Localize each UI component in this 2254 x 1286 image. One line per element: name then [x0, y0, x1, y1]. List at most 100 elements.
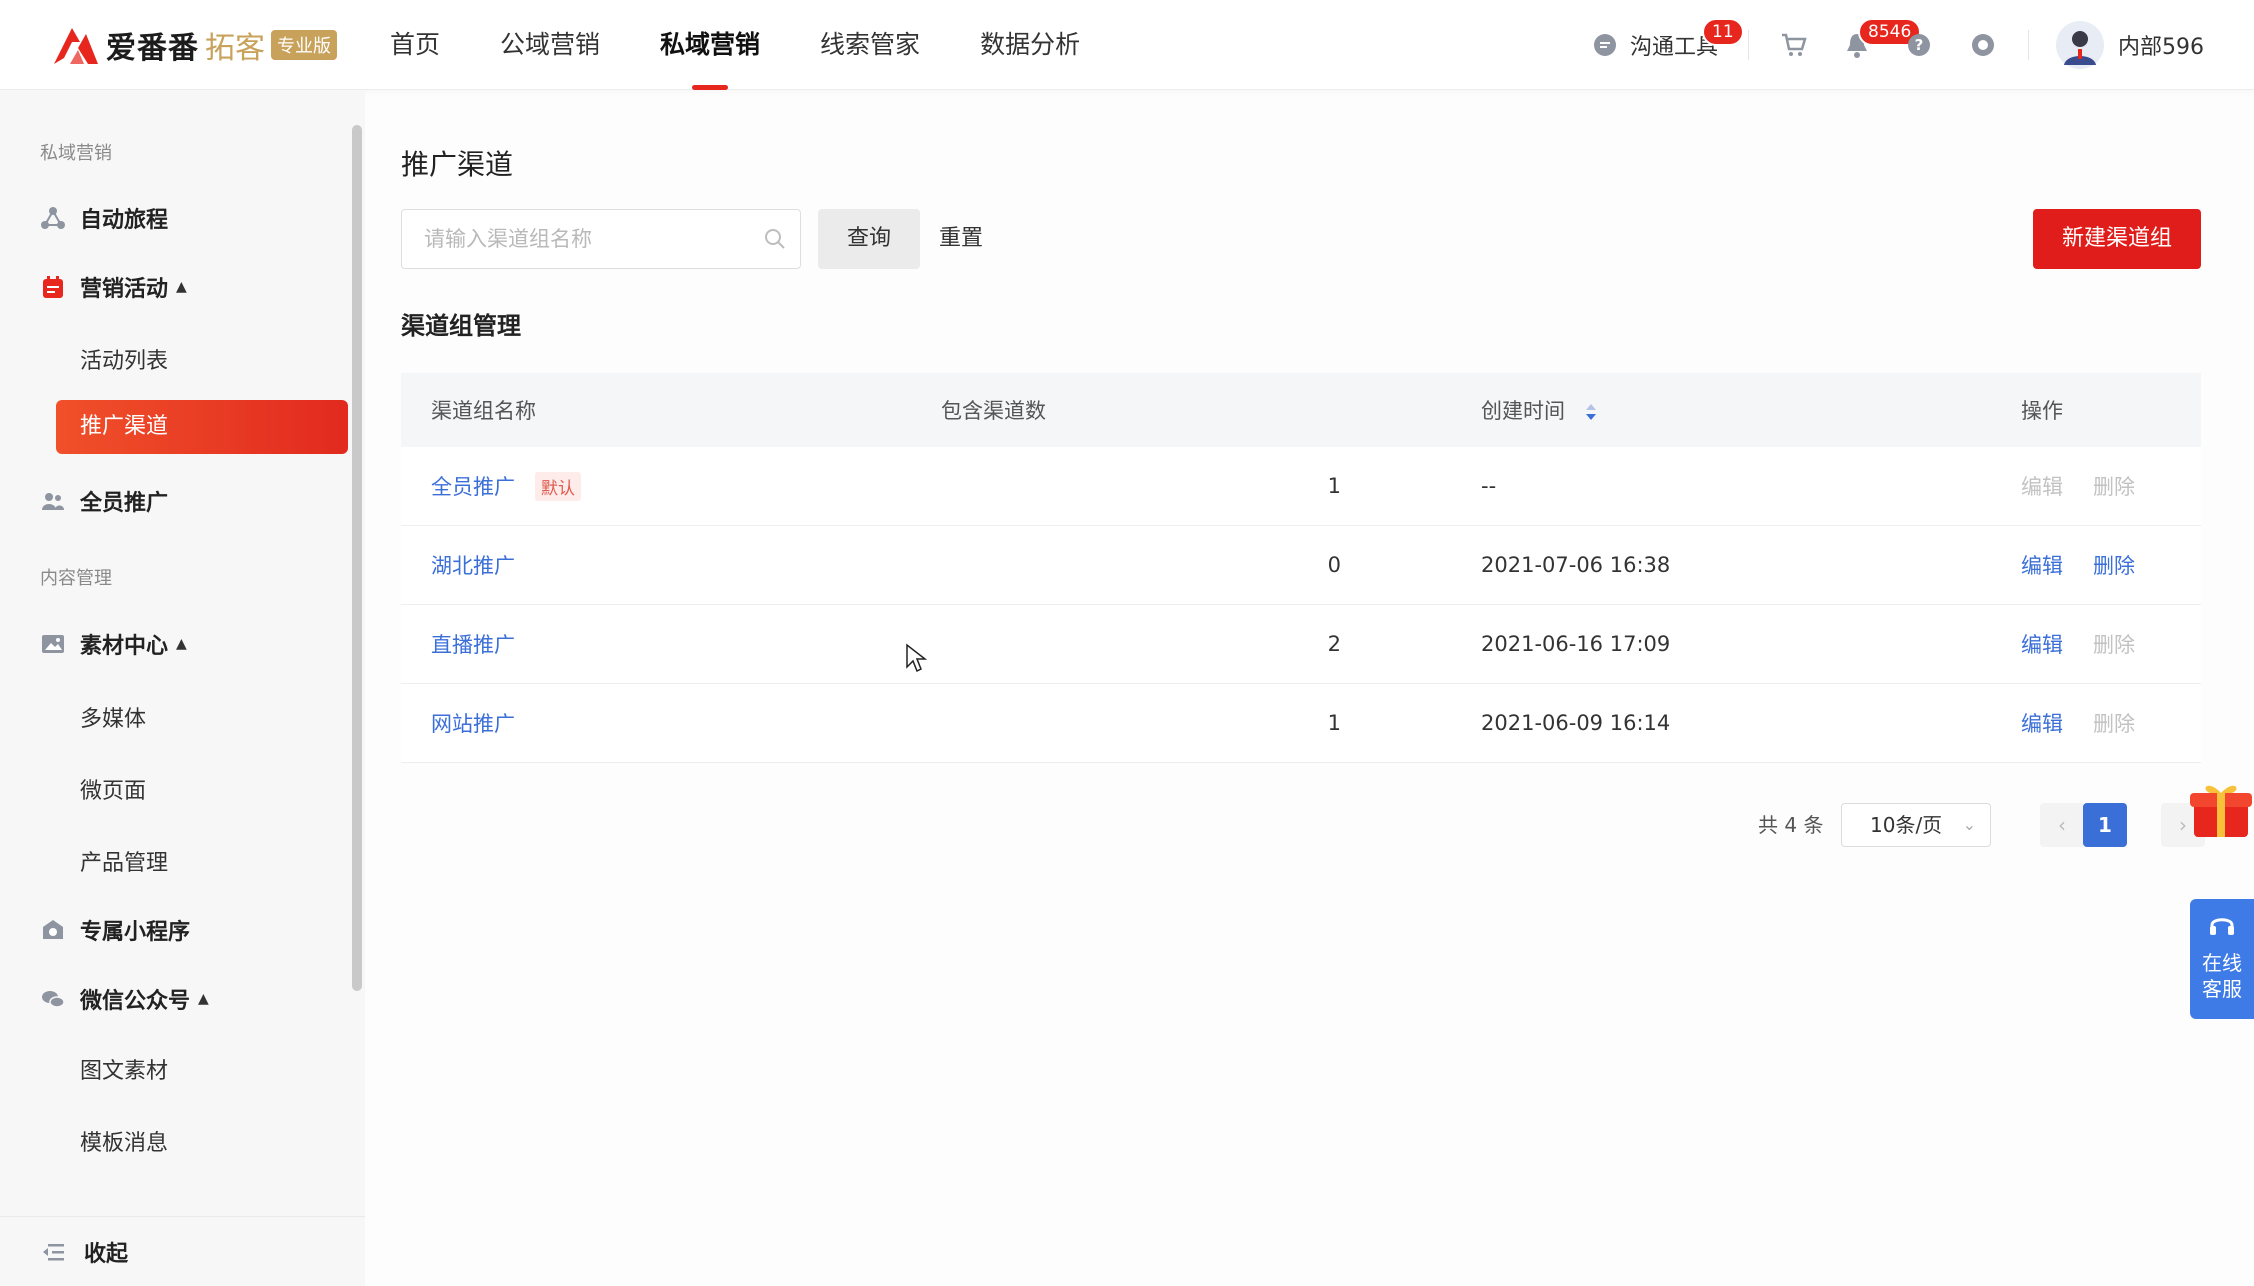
- section-title: 渠道组管理: [401, 312, 521, 340]
- brand-logo[interactable]: 爱番番 拓客 专业版: [50, 20, 337, 70]
- new-channel-group-button[interactable]: 新建渠道组: [2033, 209, 2201, 269]
- nav-public-marketing[interactable]: 公域营销: [500, 0, 600, 90]
- sidebar-item-activity-list[interactable]: 活动列表: [80, 343, 168, 375]
- page-size-select[interactable]: 10条/页 ⌄: [1841, 803, 1991, 847]
- sidebar: 私域营销 自动旅程 营销活动 ▲ 活动列表 推广渠道 全员推广 内容管理 素材中…: [0, 91, 365, 1286]
- search-box: [401, 209, 801, 269]
- search-input[interactable]: [402, 210, 742, 268]
- settings-button[interactable]: [1970, 0, 1996, 90]
- query-button[interactable]: 查询: [818, 209, 920, 269]
- sidebar-item-material-center[interactable]: 素材中心 ▲: [40, 617, 187, 671]
- top-header: 爱番番 拓客 专业版 首页 公域营销 私域营销 线索管家 数据分析 沟通工具 1…: [0, 0, 2254, 90]
- cell-count: 2: [941, 632, 1481, 656]
- cell-name: 湖北推广: [401, 550, 941, 580]
- search-icon[interactable]: [764, 228, 786, 250]
- notification-button[interactable]: 8546: [1844, 0, 1922, 90]
- sidebar-item-auto-journey[interactable]: 自动旅程: [40, 191, 168, 245]
- logo-sub: 拓客: [205, 31, 265, 66]
- user-menu[interactable]: 内部596: [2056, 0, 2204, 90]
- cart-button[interactable]: [1780, 0, 1808, 90]
- pager-total: 共 4 条: [1758, 813, 1824, 837]
- sidebar-item-label: 营销活动: [80, 277, 169, 302]
- service-label-2: 客服: [2202, 977, 2242, 1001]
- sidebar-group-content: 内容管理: [40, 568, 112, 589]
- page-size-value: 10条/页: [1870, 813, 1943, 837]
- col-header-count: 包含渠道数: [941, 399, 1046, 423]
- header-divider: [2028, 30, 2029, 60]
- edit-button[interactable]: 编辑: [2021, 550, 2063, 580]
- main-content: 推广渠道 查询 重置 新建渠道组 渠道组管理 渠道组名称 包含渠道数 创建时间: [365, 91, 2254, 1286]
- sidebar-group-private: 私域营销: [40, 143, 112, 164]
- comm-tool-button[interactable]: 沟通工具 11: [1592, 0, 1744, 90]
- edit-button[interactable]: 编辑: [2021, 708, 2063, 738]
- cell-time: --: [1481, 474, 1497, 498]
- pager-prev-button[interactable]: ‹: [2040, 803, 2084, 847]
- help-icon: ?: [1908, 34, 1930, 56]
- header-divider: [1748, 30, 1749, 60]
- sidebar-item-product-mgmt[interactable]: 产品管理: [80, 845, 168, 877]
- gift-icon[interactable]: [2188, 775, 2254, 841]
- channel-count: 2: [1327, 632, 1341, 656]
- cell-name: 全员推广 默认: [401, 471, 941, 501]
- sidebar-item-all-staff[interactable]: 全员推广: [40, 474, 168, 528]
- cell-time: 2021-07-06 16:38: [1481, 553, 1671, 577]
- calendar-icon: [43, 276, 63, 298]
- delete-button[interactable]: 删除: [2093, 629, 2135, 659]
- help-button[interactable]: ?: [1906, 0, 1932, 90]
- delete-button[interactable]: 删除: [2093, 471, 2135, 501]
- cell-count: 0: [941, 553, 1481, 577]
- sidebar-item-label: 微信公众号: [80, 989, 191, 1014]
- caret-up-icon: ▲: [176, 636, 187, 652]
- avatar: [2056, 21, 2104, 69]
- sidebar-item-label: 素材中心: [80, 634, 169, 659]
- channel-count: 1: [1327, 474, 1341, 498]
- channel-group-name-link[interactable]: 网站推广: [431, 708, 515, 738]
- reset-button[interactable]: 重置: [939, 209, 983, 269]
- sidebar-item-template-msg[interactable]: 模板消息: [80, 1125, 168, 1157]
- nav-lead-manager[interactable]: 线索管家: [820, 0, 920, 90]
- sidebar-item-multimedia[interactable]: 多媒体: [80, 701, 146, 733]
- app-root: 爱番番 拓客 专业版 首页 公域营销 私域营销 线索管家 数据分析 沟通工具 1…: [0, 0, 2254, 1286]
- edit-button[interactable]: 编辑: [2021, 629, 2063, 659]
- channel-group-name-link[interactable]: 全员推广: [431, 471, 515, 501]
- col-header-ops: 操作: [2021, 399, 2063, 423]
- table-row: 网站推广 1 2021-06-09 16:14 编辑 删除: [401, 684, 2201, 763]
- sidebar-item-marketing[interactable]: 营销活动 ▲: [40, 260, 187, 314]
- table-row: 直播推广 2 2021-06-16 17:09 编辑 删除: [401, 605, 2201, 684]
- caret-up-icon: ▲: [176, 279, 187, 295]
- sidebar-item-promo-channel[interactable]: 推广渠道: [56, 400, 348, 454]
- edit-button[interactable]: 编辑: [2021, 471, 2063, 501]
- nav-home[interactable]: 首页: [390, 0, 440, 90]
- delete-button[interactable]: 删除: [2093, 708, 2135, 738]
- sidebar-item-label: 自动旅程: [80, 208, 169, 233]
- collapse-label: 收起: [84, 1241, 129, 1267]
- cell-ops: 编辑 删除: [2021, 550, 2201, 580]
- sort-icon[interactable]: [1584, 402, 1598, 422]
- cell-time: 2021-06-16 17:09: [1481, 632, 1671, 656]
- pager-current-page[interactable]: 1: [2083, 803, 2127, 847]
- table-header: 渠道组名称 包含渠道数 创建时间 操作: [401, 373, 2201, 447]
- sidebar-item-micro-page[interactable]: 微页面: [80, 773, 146, 805]
- delete-button[interactable]: 删除: [2093, 550, 2135, 580]
- wechat-icon: [42, 991, 65, 1008]
- sidebar-item-label: 专属小程序: [80, 920, 191, 945]
- logo-text: 爱番番: [106, 31, 199, 66]
- col-header-time[interactable]: 创建时间: [1481, 395, 2021, 425]
- sidebar-scrollbar[interactable]: [352, 125, 362, 991]
- online-service-button[interactable]: 在线 客服: [2190, 899, 2254, 1019]
- sidebar-collapse-button[interactable]: 收起: [0, 1216, 365, 1286]
- user-name: 内部596: [2118, 35, 2204, 60]
- sidebar-item-article-material[interactable]: 图文素材: [80, 1053, 168, 1085]
- channel-group-name-link[interactable]: 直播推广: [431, 629, 515, 659]
- channel-group-name-link[interactable]: 湖北推广: [431, 550, 515, 580]
- sidebar-item-wechat-oa[interactable]: 微信公众号 ▲: [40, 972, 209, 1026]
- cell-time: 2021-06-09 16:14: [1481, 711, 1671, 735]
- nav-data-analysis[interactable]: 数据分析: [980, 0, 1080, 90]
- collapse-icon: [43, 1243, 64, 1260]
- nav-private-marketing[interactable]: 私域营销: [660, 0, 760, 90]
- caret-up-icon: ▲: [198, 991, 209, 1007]
- sidebar-item-mini-program[interactable]: 专属小程序: [40, 903, 190, 957]
- mini-program-icon: [43, 920, 63, 939]
- cell-count: 1: [941, 474, 1481, 498]
- mouse-cursor-icon: [906, 643, 927, 673]
